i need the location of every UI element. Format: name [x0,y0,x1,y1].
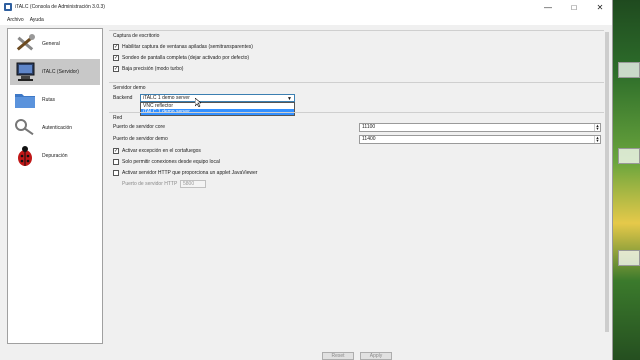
sidebar-item-rutas[interactable]: Rutas [10,87,100,113]
spin-arrows-icon[interactable]: ▲ ▼ [594,136,600,143]
minimize-button[interactable]: — [536,0,560,14]
sidebar-item-italc-servidor[interactable]: iTALC (Servidor) [10,59,100,85]
desktop-icon[interactable] [618,62,640,78]
checkbox-label: Activar excepción en el cortafuegos [122,148,201,154]
title-bar: iTALC (Consola de Administración 3.0.3) … [0,0,612,14]
capture-group: Captura de escritorio ✓ Habilitar captur… [109,30,605,78]
app-icon [4,3,12,11]
core-port-value: 11100 [362,124,376,130]
http-port-label: Puerto de servidor HTTP [122,181,178,187]
desktop-icon[interactable] [618,148,640,164]
checkbox-label: Baja precisión (modo turbo) [122,66,184,72]
demo-port-input[interactable]: 11400 ▲ ▼ [359,135,601,144]
local-only-option[interactable]: Solo permitir conexiones desde equipo lo… [113,159,220,165]
maximize-button[interactable]: □ [562,0,586,14]
sidebar-item-general[interactable]: General [10,31,100,57]
http-server-option[interactable]: Activar servidor HTTP que proporciona un… [113,170,257,176]
close-button[interactable]: ✕ [588,0,612,14]
app-window: iTALC (Consola de Administración 3.0.3) … [0,0,613,360]
capture-option-stacked[interactable]: ✓ Habilitar captura de ventanas apiladas… [113,44,253,50]
group-title: Servidor demo [113,85,146,91]
ladybug-icon [12,144,38,168]
mouse-cursor-icon [195,98,201,107]
core-port-input[interactable]: 11100 ▲ ▼ [359,123,601,132]
group-title: Captura de escritorio [113,33,160,39]
computer-icon [12,60,38,84]
checkbox-checked[interactable]: ✓ [113,66,119,72]
firewall-exception-option[interactable]: ✓ Activar excepción en el cortafuegos [113,148,201,154]
checkbox-checked[interactable]: ✓ [113,148,119,154]
backend-selected-value: iTALC 1 demo server [143,95,190,101]
backend-select[interactable]: iTALC 1 demo server ▼ [140,94,295,102]
folder-icon [12,88,38,112]
menu-archivo[interactable]: Archivo [4,17,27,23]
sidebar-item-autenticacion[interactable]: Autenticación [10,115,100,141]
checkbox-unchecked[interactable] [113,170,119,176]
capture-option-polling[interactable]: ✓ Sondeo de pantalla completa (dejar act… [113,55,249,61]
sidebar-item-label: Autenticación [42,125,73,131]
sidebar-item-depuracion[interactable]: Depuración [10,143,100,169]
menu-ayuda[interactable]: Ayuda [27,17,47,23]
capture-option-turbo[interactable]: ✓ Baja precisión (modo turbo) [113,66,183,72]
core-port-label: Puerto de servidor core [113,124,165,130]
window-title: iTALC (Consola de Administración 3.0.3) [15,4,105,10]
sidebar-item-label: General [42,41,60,47]
apply-button[interactable]: Apply [360,352,392,360]
checkbox-unchecked[interactable] [113,159,119,165]
checkbox-label: Habilitar captura de ventanas apiladas (… [122,44,253,50]
sidebar: General iTALC (Servidor) Rutas Autentica… [7,28,103,344]
sidebar-item-label: iTALC (Servidor) [42,69,79,75]
vertical-scrollbar[interactable] [604,28,610,344]
demo-port-value: 11400 [362,136,376,142]
http-port-value: 5800 [183,181,195,187]
spin-arrows-icon[interactable]: ▲ ▼ [594,124,600,131]
checkbox-label: Solo permitir conexiones desde equipo lo… [122,159,220,165]
checkbox-label: Sondeo de pantalla completa (dejar activ… [122,55,250,61]
backend-label: Backend [113,95,133,101]
settings-panel: Captura de escritorio ✓ Habilitar captur… [109,28,609,348]
sidebar-item-label: Depuración [42,153,68,159]
sidebar-item-label: Rutas [42,97,56,103]
demo-port-label: Puerto de servidor demo [113,136,168,142]
checkbox-label: Activar servidor HTTP que proporciona un… [122,170,258,176]
http-port-input: 5800 [180,180,206,188]
tools-icon [12,32,38,56]
checkbox-checked[interactable]: ✓ [113,55,119,61]
group-title: Red [113,115,123,121]
desktop-icon[interactable] [618,250,640,266]
checkbox-checked[interactable]: ✓ [113,44,119,50]
reset-button[interactable]: Reset [322,352,354,360]
desktop-background [612,0,640,360]
key-icon [12,116,38,140]
scrollbar-thumb[interactable] [605,32,609,332]
menu-bar: Archivo Ayuda [0,14,612,25]
